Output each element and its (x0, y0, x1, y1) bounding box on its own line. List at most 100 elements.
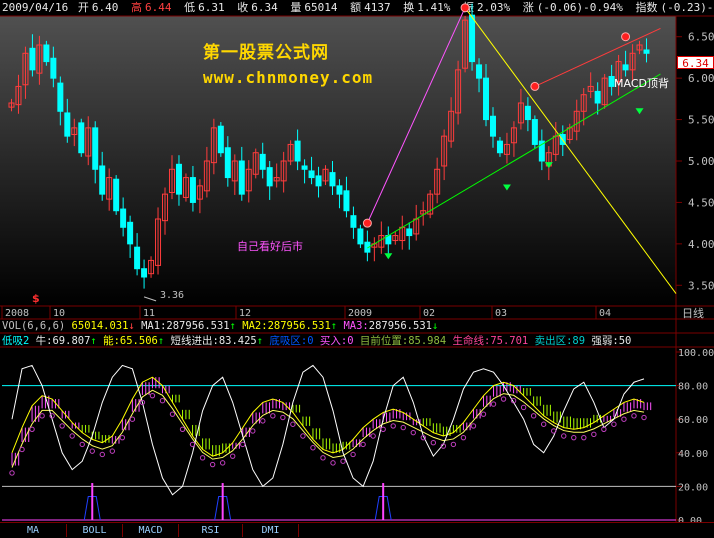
candle-body (476, 64, 483, 79)
position-dot (320, 455, 326, 461)
candle-body (141, 268, 148, 278)
candle-body (622, 64, 629, 71)
date-label: 12 (239, 308, 251, 319)
position-dot (621, 416, 627, 422)
price-axis: 6.50 6.00 5.50 5.00 4.50 4.00 3.50 日线 (676, 31, 714, 320)
candle-body (489, 115, 496, 137)
position-dot (360, 441, 366, 448)
position-dot (270, 413, 276, 419)
position-dot (520, 404, 527, 411)
position-dot (390, 423, 396, 429)
stock-chart-window: 2009/04/16 开 6.40 高 6.44 低 6.31 收 6.34 量 6501… (0, 0, 714, 538)
pivot-top-marker (530, 81, 540, 91)
candle-body (78, 122, 85, 154)
position-dot (410, 429, 416, 436)
candle-body (329, 172, 336, 187)
candle-body (57, 82, 64, 112)
candle-body (259, 153, 266, 170)
ma2-value: 287956.531 (267, 320, 331, 332)
tab-macd[interactable]: MACD (123, 524, 179, 537)
position-dot (300, 433, 306, 439)
position-label: 目前位置: (359, 335, 409, 347)
position-dot (561, 433, 567, 439)
macd-divergence-note: MACD顶背 (614, 77, 669, 90)
position-dot (79, 441, 85, 448)
position-dot (19, 446, 25, 453)
date-label: 2008 (5, 308, 29, 319)
weak-label: 强弱: (591, 335, 619, 347)
indicator-tick-label: 60.00 (678, 415, 708, 426)
watermark-title: 第一股票公式网 (203, 43, 329, 63)
sell-zone-label: 卖出区: (534, 335, 573, 347)
candle-body (64, 112, 71, 137)
position-dot (69, 433, 75, 439)
position-dot (631, 413, 637, 419)
lowest-price-label: 3.36 (160, 290, 185, 301)
candle-body (343, 190, 350, 212)
position-dot (591, 431, 597, 438)
period-label: 日线 (682, 306, 704, 320)
buy-zone-label: 底吸区: (269, 335, 308, 347)
neng-label: 能: (103, 335, 120, 347)
candle-body (120, 208, 127, 228)
candle-body (189, 177, 196, 203)
ma3-label: MA3: (343, 320, 369, 332)
watermark-url: www.chnmoney.com (203, 68, 374, 87)
indicator-name: 低吸2 (2, 335, 30, 347)
indicator-axis: 100.0080.0060.0040.0020.000.00 (676, 348, 714, 527)
tab-boll[interactable]: BOLL (67, 524, 123, 537)
candle-body (336, 185, 343, 195)
indicator-tick-label: 100.00 (678, 348, 714, 359)
candle-body (469, 14, 476, 63)
price-panel-background (0, 16, 676, 306)
candle-body (531, 119, 538, 145)
position-dot (450, 441, 457, 448)
position-dot (500, 396, 507, 402)
series-neng-line (11, 389, 645, 468)
pivot-top-marker (621, 32, 631, 42)
position-dot (240, 441, 246, 448)
position-dot (571, 434, 577, 441)
ma1-value: 287956.531 (166, 320, 230, 332)
position-dot (99, 451, 105, 458)
position-dot (400, 424, 406, 431)
pivot-top-marker (362, 218, 372, 228)
ma3-value: 287956.531 (368, 320, 432, 332)
position-dot (209, 461, 216, 468)
price-tick-label: 3.50 (688, 279, 714, 292)
duan-label: 短线进出: (170, 335, 219, 347)
price-tick-label: 4.50 (688, 196, 714, 209)
indicator-panel (2, 364, 676, 521)
candle-body (238, 160, 245, 195)
date-label: 03 (495, 308, 507, 319)
position-dot (179, 426, 186, 432)
s-marker: $ (32, 292, 40, 305)
position-dot (340, 458, 346, 464)
candle-body (134, 246, 141, 270)
position-dot (540, 421, 547, 427)
position-dot (380, 426, 386, 432)
position-dot (39, 413, 45, 419)
tab-dmi[interactable]: DMI (243, 524, 299, 537)
indicator-tick-label: 20.00 (678, 482, 708, 493)
candle-body (594, 90, 601, 104)
candle-body (29, 47, 36, 71)
position-dot (199, 455, 206, 461)
position-dot (470, 423, 477, 429)
tab-rsi[interactable]: RSI (179, 524, 243, 537)
candle-body (266, 167, 273, 187)
indicator-tick-label: 40.00 (678, 449, 708, 460)
position-dot (149, 392, 156, 399)
position-dot (430, 440, 437, 446)
indicator-tabs: MA BOLL MACD RSI DMI (0, 522, 714, 538)
position-dot (119, 434, 126, 441)
tab-ma[interactable]: MA (0, 524, 67, 537)
position-dot (280, 414, 286, 421)
position-dot (159, 398, 166, 404)
price-tick-label: 5.00 (688, 155, 714, 168)
position-dot (490, 401, 497, 407)
pivot-top-marker (460, 3, 470, 13)
price-tick-label: 6.50 (688, 31, 714, 44)
position-dot (29, 426, 35, 432)
volume-value: 65014.031 (71, 320, 129, 332)
